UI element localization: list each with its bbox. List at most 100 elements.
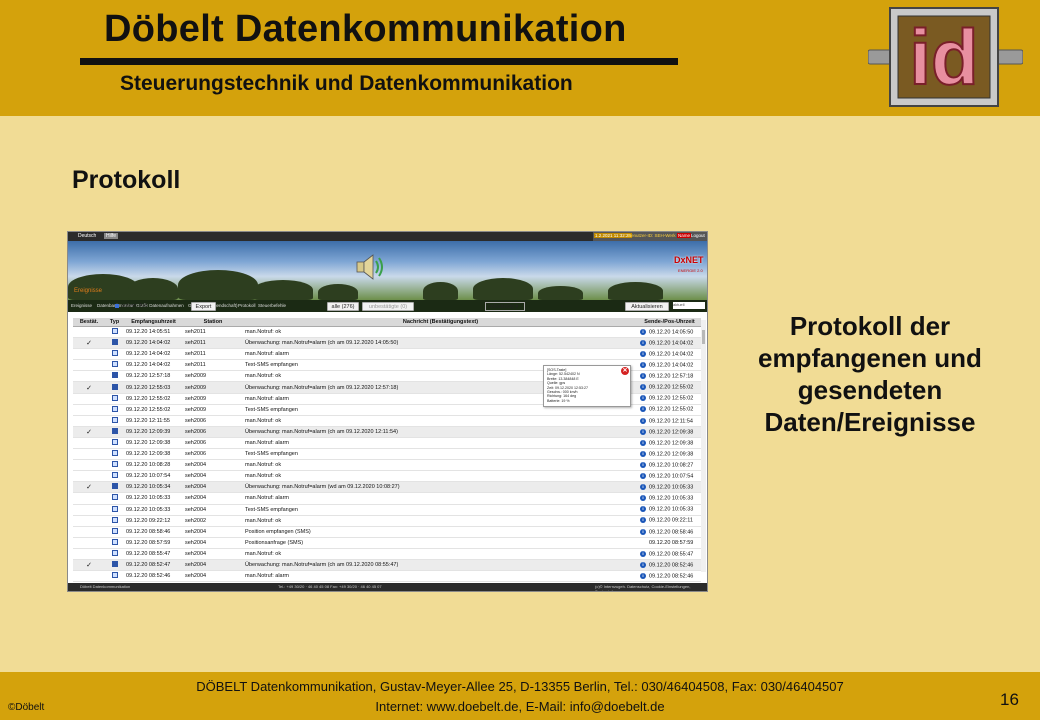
info-icon[interactable]: i (640, 395, 646, 402)
table-row[interactable]: 09.12.20 14:04:02 seh2011 man.Notruf: alar… (73, 348, 701, 361)
ack-cell[interactable] (73, 393, 105, 405)
ack-cell[interactable] (73, 515, 105, 527)
chevron-down-icon: ▾ (515, 304, 519, 310)
name-link[interactable]: Name (677, 233, 692, 238)
info-icon[interactable]: i (640, 328, 646, 335)
info-icon[interactable]: i (640, 572, 646, 579)
auto-refresh-checkbox[interactable]: autom. Akt. (115, 303, 149, 309)
info-icon[interactable]: i (640, 417, 646, 424)
info-icon[interactable]: i (640, 351, 646, 357)
table-row[interactable]: 09.12.20 14:05:51 seh2011 man.Notruf: ok i 0… (73, 326, 701, 339)
info-icon[interactable]: i (640, 450, 646, 457)
sent-time-value: 09.12.20 08:55:47 (649, 551, 694, 558)
ack-cell[interactable] (73, 492, 105, 505)
ack-cell[interactable] (73, 359, 105, 372)
received-time-cell: 09.12.20 12:57:18 (124, 370, 183, 383)
event-log-table: Bestät. Typ Empfangsuhrzeit Station Nach… (73, 318, 701, 583)
app-footer-links[interactable]: (c)© Internzugeh. Datenschutz, Cookie-Ei… (595, 584, 707, 591)
ack-cell[interactable] (73, 459, 105, 472)
refresh-button[interactable]: Aktualisieren (625, 302, 669, 311)
sent-time-cell: i 09.12.20 12:57:18 (638, 370, 701, 383)
ack-cell[interactable] (73, 404, 105, 416)
ack-cell[interactable]: ✓ (73, 481, 105, 494)
ack-cell[interactable]: ✓ (73, 337, 105, 350)
language-link[interactable]: Deutsch (78, 233, 96, 239)
info-icon[interactable]: i (640, 506, 646, 513)
ack-cell[interactable] (73, 348, 105, 361)
close-icon[interactable]: ✕ (621, 367, 629, 375)
info-icon[interactable]: i (640, 384, 646, 391)
info-icon[interactable]: i (640, 406, 646, 413)
all-button[interactable]: alle (276) (327, 302, 359, 311)
station-cell: seh2006 (183, 415, 243, 427)
info-icon[interactable]: i (640, 561, 646, 568)
ack-cell[interactable]: ✓ (73, 559, 105, 572)
col-sendeuhrzeit[interactable]: Sende-/Pos-Uhrzeit (638, 318, 701, 327)
table-row[interactable]: ✓ 09.12.20 12:09:39 seh2006 Überwachung: ma… (73, 426, 701, 438)
table-row[interactable]: 09.12.20 08:58:46 seh2004 Position empfang… (73, 526, 701, 538)
table-row[interactable]: 09.12.20 12:09:38 seh2006 Text-SMS empfang… (73, 448, 701, 461)
export-button[interactable]: Export (191, 302, 216, 311)
table-row[interactable]: 09.12.20 10:05:33 seh2004 Text-SMS empfang… (73, 504, 701, 516)
unconfirmed-button[interactable]: unbestätigte (0) (362, 302, 414, 311)
ack-cell[interactable] (73, 326, 105, 339)
col-empfangsuhrzeit[interactable]: Empfangsuhrzeit (124, 318, 183, 327)
alarm-type-icon (111, 339, 118, 346)
info-icon[interactable]: i (640, 528, 646, 535)
info-icon[interactable]: i (640, 362, 646, 369)
ack-cell[interactable] (73, 526, 105, 538)
info-icon[interactable]: i (640, 439, 646, 446)
col-bestaet[interactable]: Bestät. (73, 318, 105, 327)
col-station[interactable]: Station (183, 318, 243, 327)
table-row[interactable]: ✓ 09.12.20 14:04:02 seh2011 Überwachung: ma… (73, 337, 701, 350)
info-icon[interactable]: i (640, 339, 646, 346)
table-row[interactable]: 09.12.20 08:57:59 seh2004 Positionsanfrage… (73, 537, 701, 549)
ack-cell[interactable] (73, 470, 105, 483)
description-line: Daten/Ereignisse (764, 407, 976, 437)
ack-cell[interactable] (73, 370, 105, 383)
table-row[interactable]: ✓ 09.12.20 08:52:47 seh2004 Überwachung: ma… (73, 559, 701, 572)
ack-cell[interactable] (73, 570, 105, 583)
filter-select[interactable]: vollständig ▾ (485, 302, 525, 311)
ack-cell[interactable]: ✓ (73, 381, 105, 394)
logout-link[interactable]: Logout (690, 233, 706, 238)
received-time-cell: 09.12.20 14:04:02 (124, 337, 183, 350)
info-icon[interactable]: i (640, 495, 646, 502)
table-row[interactable]: 09.12.20 08:52:46 seh2004 man.Notruf: alar… (73, 570, 701, 583)
info-icon[interactable]: i (640, 428, 646, 435)
speaker-icon[interactable] (355, 252, 387, 282)
ack-cell[interactable]: ✓ (73, 426, 105, 438)
scrollbar[interactable] (701, 320, 706, 572)
table-row[interactable]: 09.12.20 09:22:12 seh2002 man.Notruf: ok i 0… (73, 515, 701, 527)
message-type-icon (111, 361, 118, 368)
sent-time-value: 09.12.20 12:11:54 (649, 418, 693, 425)
info-icon[interactable]: i (640, 484, 646, 491)
info-icon[interactable]: i (640, 373, 646, 380)
scrollbar-thumb[interactable] (702, 330, 705, 344)
table-row[interactable]: 09.12.20 08:55:47 seh2004 man.Notruf: ok i 0… (73, 548, 701, 560)
ack-cell[interactable] (73, 415, 105, 427)
ack-cell[interactable] (73, 437, 105, 450)
col-nachricht[interactable]: Nachricht (Bestätigungstext) (243, 318, 638, 327)
ack-cell[interactable] (73, 504, 105, 516)
col-typ[interactable]: Typ (105, 318, 124, 327)
alarm-type-icon (111, 383, 118, 390)
ack-cell[interactable] (73, 537, 105, 549)
table-row[interactable]: 09.12.20 10:07:54 seh2004 man.Notruf: ok i 0… (73, 470, 701, 483)
table-row[interactable]: 09.12.20 10:08:28 seh2004 man.Notruf: ok i 0… (73, 459, 701, 472)
info-icon[interactable]: i (640, 473, 646, 480)
table-row[interactable]: ✓ 09.12.20 10:05:34 seh2004 Überwachung: ma… (73, 481, 701, 494)
sent-time-value: 09.12.20 14:04:02 (649, 362, 694, 369)
sent-time-cell: i 09.12.20 12:55:02 (638, 381, 701, 394)
ack-cell[interactable] (73, 548, 105, 560)
info-icon[interactable]: i (640, 517, 646, 524)
info-icon[interactable]: i (640, 550, 646, 557)
ack-cell[interactable] (73, 448, 105, 461)
sent-time-cell: i 09.12.20 08:52:46 (638, 559, 701, 572)
help-menu[interactable]: Hilfe (104, 233, 119, 239)
table-row[interactable]: 09.12.20 10:05:33 seh2004 man.Notruf: alar… (73, 492, 701, 505)
info-icon[interactable]: i (640, 461, 646, 468)
sent-time-value: 09.12.20 12:09:38 (649, 440, 694, 447)
table-row[interactable]: 09.12.20 12:09:38 seh2006 man.Notruf: alar… (73, 437, 701, 450)
table-row[interactable]: 09.12.20 12:11:55 seh2006 man.Notruf: ok i 0… (73, 415, 701, 427)
